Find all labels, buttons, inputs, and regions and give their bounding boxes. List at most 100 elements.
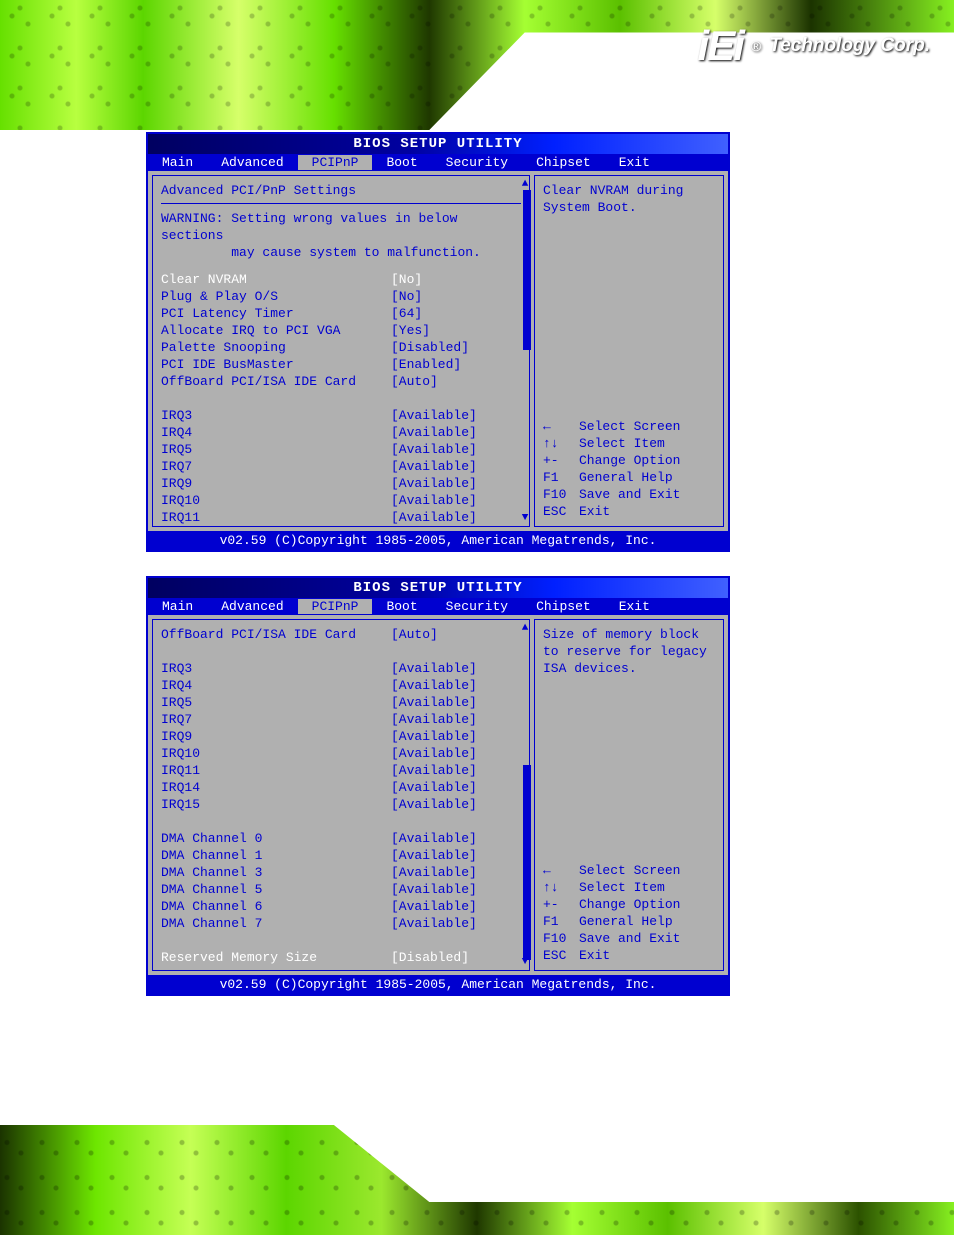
setting-row[interactable]: PCI Latency Timer[64] [161, 305, 521, 322]
scrollbar-thumb[interactable] [523, 765, 531, 960]
setting-value: [No] [391, 288, 422, 305]
bios-tabs: Main Advanced PCIPnP Boot Security Chips… [148, 154, 728, 171]
setting-value: [Available] [391, 728, 477, 745]
bios-footer: v02.59 (C)Copyright 1985-2005, American … [148, 975, 728, 994]
setting-row[interactable]: IRQ10[Available] [161, 492, 521, 509]
setting-label: Allocate IRQ to PCI VGA [161, 322, 391, 339]
help-panel: Size of memory block to reserve for lega… [534, 619, 724, 971]
scroll-down-icon[interactable]: ▼ [519, 956, 531, 968]
setting-row[interactable]: DMA Channel 7[Available] [161, 915, 521, 932]
setting-row[interactable]: DMA Channel 3[Available] [161, 864, 521, 881]
setting-row[interactable]: IRQ11[Available] [161, 509, 521, 526]
hotkey-label: Change Option [579, 897, 680, 912]
setting-row[interactable]: Allocate IRQ to PCI VGA[Yes] [161, 322, 521, 339]
tab-main[interactable]: Main [148, 155, 207, 170]
scroll-down-icon[interactable]: ▼ [519, 512, 531, 524]
setting-row[interactable]: IRQ5[Available] [161, 441, 521, 458]
warning-text: WARNING: Setting wrong values in below s… [161, 210, 521, 261]
setting-row[interactable]: IRQ10[Available] [161, 745, 521, 762]
setting-row[interactable]: IRQ7[Available] [161, 711, 521, 728]
setting-label: DMA Channel 3 [161, 864, 391, 881]
setting-reserved-memory[interactable]: Reserved Memory Size [Disabled] [161, 949, 521, 966]
bios-title: BIOS SETUP UTILITY [148, 134, 728, 154]
tab-advanced[interactable]: Advanced [207, 155, 297, 170]
setting-value: [Available] [391, 881, 477, 898]
setting-value: [No] [391, 271, 422, 288]
setting-row[interactable]: IRQ9[Available] [161, 475, 521, 492]
hotkey: F1 [543, 913, 579, 930]
setting-row[interactable]: DMA Channel 0[Available] [161, 830, 521, 847]
setting-label: PCI IDE BusMaster [161, 356, 391, 373]
hotkey-label: Exit [579, 504, 610, 519]
tab-security[interactable]: Security [432, 155, 522, 170]
setting-row[interactable]: Palette Snooping[Disabled] [161, 339, 521, 356]
setting-row[interactable]: DMA Channel 6[Available] [161, 898, 521, 915]
setting-row[interactable]: PCI IDE BusMaster[Enabled] [161, 356, 521, 373]
setting-label: OffBoard PCI/ISA IDE Card [161, 373, 391, 390]
setting-label: Reserved Memory Size [161, 949, 391, 966]
setting-value: [Available] [391, 424, 477, 441]
hotkey: +- [543, 896, 579, 913]
setting-row[interactable]: IRQ15[Available] [161, 796, 521, 813]
setting-row[interactable]: DMA Channel 1[Available] [161, 847, 521, 864]
warning-line1: WARNING: Setting wrong values in below s… [161, 210, 521, 244]
scroll-up-icon[interactable]: ▲ [519, 622, 531, 634]
hotkey-label: Select Screen [579, 863, 680, 878]
tab-exit[interactable]: Exit [605, 599, 664, 614]
setting-label: IRQ11 [161, 509, 391, 526]
setting-value: [Available] [391, 677, 477, 694]
tab-exit[interactable]: Exit [605, 155, 664, 170]
tab-chipset[interactable]: Chipset [522, 599, 605, 614]
setting-label: IRQ15 [161, 796, 391, 813]
setting-label: Palette Snooping [161, 339, 391, 356]
setting-row[interactable]: IRQ3[Available] [161, 660, 521, 677]
setting-row[interactable]: IRQ9[Available] [161, 728, 521, 745]
setting-row[interactable]: OffBoard PCI/ISA IDE Card[Auto] [161, 626, 521, 643]
scroll-up-icon[interactable]: ▲ [519, 178, 531, 190]
setting-row[interactable]: IRQ4[Available] [161, 424, 521, 441]
setting-row[interactable]: IRQ11[Available] [161, 762, 521, 779]
setting-value: [Available] [391, 745, 477, 762]
setting-value: [Available] [391, 915, 477, 932]
setting-row[interactable]: IRQ4[Available] [161, 677, 521, 694]
setting-row[interactable]: Plug & Play O/S[No] [161, 288, 521, 305]
hotkey: ← [543, 418, 579, 435]
help-text: Clear NVRAM during System Boot. [543, 182, 715, 216]
setting-row[interactable]: IRQ3[Available] [161, 407, 521, 424]
key-legend: ←Select Screen ↑↓Select Item +-Change Op… [543, 418, 715, 520]
warning-line2: may cause system to malfunction. [161, 244, 521, 261]
tab-main[interactable]: Main [148, 599, 207, 614]
help-line: ISA devices. [543, 660, 715, 677]
setting-row[interactable]: IRQ5[Available] [161, 694, 521, 711]
setting-row[interactable]: IRQ14[Available] [161, 779, 521, 796]
setting-label: IRQ5 [161, 694, 391, 711]
tab-pcipnp[interactable]: PCIPnP [298, 155, 373, 170]
setting-label: Plug & Play O/S [161, 288, 391, 305]
setting-label: DMA Channel 1 [161, 847, 391, 864]
tab-pcipnp[interactable]: PCIPnP [298, 599, 373, 614]
tab-boot[interactable]: Boot [372, 155, 431, 170]
hotkey-label: Save and Exit [579, 487, 680, 502]
tab-advanced[interactable]: Advanced [207, 599, 297, 614]
setting-row[interactable]: DMA Channel 5[Available] [161, 881, 521, 898]
setting-label: IRQ4 [161, 424, 391, 441]
setting-value: [Available] [391, 762, 477, 779]
hotkey: ← [543, 862, 579, 879]
setting-label: IRQ3 [161, 407, 391, 424]
hotkey: F10 [543, 486, 579, 503]
setting-row[interactable]: OffBoard PCI/ISA IDE Card[Auto] [161, 373, 521, 390]
help-line: System Boot. [543, 199, 715, 216]
divider [161, 203, 521, 204]
logo-reg: ® [751, 38, 761, 54]
tab-chipset[interactable]: Chipset [522, 155, 605, 170]
tab-boot[interactable]: Boot [372, 599, 431, 614]
setting-value: [Available] [391, 847, 477, 864]
setting-row[interactable]: IRQ7[Available] [161, 458, 521, 475]
setting-label: IRQ7 [161, 711, 391, 728]
setting-clear-nvram[interactable]: Clear NVRAM [No] [161, 271, 521, 288]
setting-value: [Available] [391, 898, 477, 915]
scrollbar-thumb[interactable] [523, 190, 531, 350]
hotkey-label: Save and Exit [579, 931, 680, 946]
tab-security[interactable]: Security [432, 599, 522, 614]
settings-panel: ▲ ▼ OffBoard PCI/ISA IDE Card[Auto] IRQ3… [152, 619, 530, 971]
